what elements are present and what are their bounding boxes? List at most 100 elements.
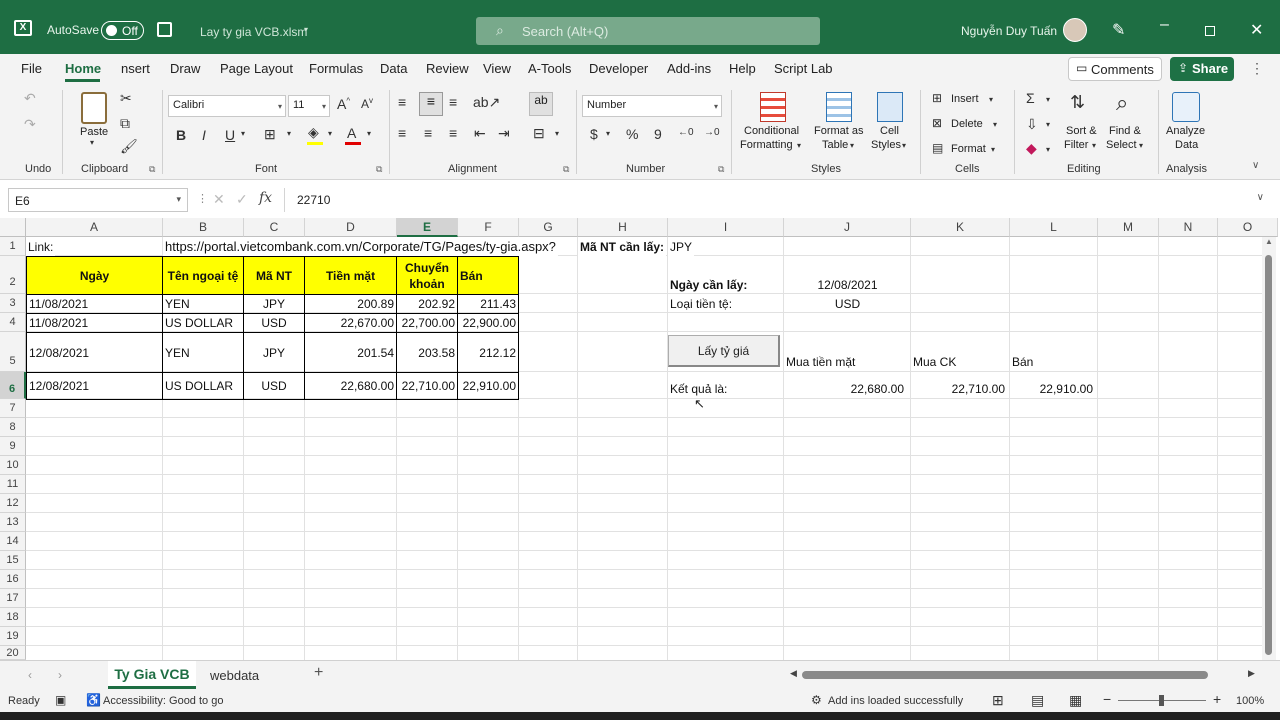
close-icon[interactable]: ✕ bbox=[1250, 20, 1263, 40]
row-header-10[interactable]: 10 bbox=[0, 456, 26, 475]
header-tien-mat[interactable]: Tiền mặt bbox=[304, 256, 397, 295]
font-color-icon[interactable]: A bbox=[347, 125, 356, 141]
analyze-data-icon[interactable] bbox=[1172, 92, 1200, 122]
tab-data[interactable]: Data bbox=[380, 61, 407, 76]
cell-b6[interactable]: US DOLLAR bbox=[162, 372, 244, 400]
save-icon[interactable] bbox=[157, 22, 172, 37]
sort-filter-label-1[interactable]: Sort & bbox=[1066, 125, 1097, 137]
align-top-icon[interactable]: ≡ bbox=[398, 94, 406, 110]
format-cells-icon[interactable]: ▤ bbox=[932, 141, 943, 155]
scroll-left-icon[interactable]: ‹ bbox=[28, 668, 32, 682]
insert-function-icon[interactable]: fx bbox=[259, 190, 272, 206]
cell-styles-label-1[interactable]: Cell bbox=[880, 125, 899, 137]
add-sheet-icon[interactable]: + bbox=[314, 664, 323, 682]
loai-tien-te-value[interactable]: USD bbox=[784, 294, 911, 313]
column-header-k[interactable]: K bbox=[911, 218, 1010, 237]
accessibility-status[interactable]: Accessibility: Good to go bbox=[103, 695, 223, 707]
ribbon-menu-icon[interactable]: ⋮ bbox=[1250, 60, 1264, 77]
chevron-down-icon[interactable]: ▾ bbox=[993, 120, 997, 129]
analyze-data-label-2[interactable]: Data bbox=[1175, 139, 1198, 151]
cell-d6[interactable]: 22,680.00 bbox=[304, 372, 397, 400]
column-header-i[interactable]: I bbox=[668, 218, 784, 237]
cell-f5[interactable]: 212.12 bbox=[457, 332, 519, 373]
cell-a6[interactable]: 12/08/2021 bbox=[26, 372, 163, 400]
chevron-down-icon[interactable]: ▾ bbox=[287, 129, 291, 138]
autosum-icon[interactable]: Σ bbox=[1026, 90, 1035, 106]
cell-f6[interactable]: 22,910.00 bbox=[457, 372, 519, 400]
row-header-5[interactable]: 5 bbox=[0, 332, 26, 372]
horizontal-scrollbar[interactable]: ◀ ▶ bbox=[790, 667, 1260, 683]
cell-d4[interactable]: 22,670.00 bbox=[304, 313, 397, 333]
cell-b5[interactable]: YEN bbox=[162, 332, 244, 373]
row-header-6[interactable]: 6 bbox=[0, 372, 26, 399]
cell-e5[interactable]: 203.58 bbox=[396, 332, 458, 373]
search-box[interactable]: ⌕ Search (Alt+Q) bbox=[476, 17, 820, 45]
increase-decimal-icon[interactable]: ←0 bbox=[678, 127, 694, 138]
cell-styles-label-2[interactable]: Styles bbox=[871, 139, 901, 151]
decrease-indent-icon[interactable]: ⇤ bbox=[474, 125, 486, 142]
dialog-launcher-icon[interactable]: ⧉ bbox=[563, 164, 569, 175]
tab-home[interactable]: Home bbox=[65, 61, 101, 76]
ngay-can-lay-value[interactable]: 12/08/2021 bbox=[784, 275, 911, 294]
column-header-n[interactable]: N bbox=[1159, 218, 1218, 237]
decrease-decimal-icon[interactable]: →0 bbox=[704, 127, 720, 138]
conditional-formatting-icon[interactable] bbox=[760, 92, 786, 122]
cell-b4[interactable]: US DOLLAR bbox=[162, 313, 244, 333]
sort-filter-icon[interactable]: ⇅ bbox=[1070, 92, 1085, 113]
cell-i1-ma-nt-value[interactable]: JPY bbox=[668, 237, 695, 256]
tab-add-ins[interactable]: Add-ins bbox=[667, 61, 711, 76]
column-header-g[interactable]: G bbox=[519, 218, 578, 237]
format-as-table-icon[interactable] bbox=[826, 92, 852, 122]
row-header-8[interactable]: 8 bbox=[0, 418, 26, 437]
column-header-l[interactable]: L bbox=[1010, 218, 1098, 237]
italic-icon[interactable]: I bbox=[202, 127, 206, 143]
row-header-15[interactable]: 15 bbox=[0, 551, 26, 570]
tab-view[interactable]: View bbox=[483, 61, 511, 76]
comments-button[interactable]: ▭ Comments bbox=[1068, 57, 1162, 81]
formula-input[interactable]: 22710 ∨ bbox=[284, 188, 1270, 212]
delete-cells-icon[interactable]: ⊠ bbox=[932, 116, 942, 130]
cell-e3[interactable]: 202.92 bbox=[396, 294, 458, 314]
maximize-icon[interactable] bbox=[1205, 26, 1215, 36]
row-header-7[interactable]: 7 bbox=[0, 399, 26, 418]
percent-icon[interactable]: % bbox=[626, 126, 638, 142]
cell-a5[interactable]: 12/08/2021 bbox=[26, 332, 163, 373]
header-ten-ngoai-te[interactable]: Tên ngoại tệ bbox=[162, 256, 244, 295]
collapse-ribbon-icon[interactable]: ∨ bbox=[1252, 160, 1259, 171]
enter-icon[interactable]: ✓ bbox=[236, 191, 248, 208]
find-select-label-2[interactable]: Select bbox=[1106, 139, 1137, 151]
chevron-down-icon[interactable]: ▾ bbox=[989, 95, 993, 104]
column-header-c[interactable]: C bbox=[244, 218, 305, 237]
autosave-toggle[interactable]: Off bbox=[101, 21, 144, 40]
accessibility-icon[interactable]: ♿ bbox=[86, 693, 101, 707]
row-header-19[interactable]: 19 bbox=[0, 627, 26, 646]
zoom-in-icon[interactable]: + bbox=[1213, 691, 1221, 707]
align-right-icon[interactable]: ≡ bbox=[449, 125, 457, 141]
paste-label[interactable]: Paste bbox=[80, 126, 108, 138]
cell-a3[interactable]: 11/08/2021 bbox=[26, 294, 163, 314]
align-left-icon[interactable]: ≡ bbox=[398, 125, 406, 141]
redo-icon[interactable]: ↷ bbox=[24, 116, 36, 133]
sort-filter-label-2[interactable]: Filter bbox=[1064, 139, 1088, 151]
share-button[interactable]: ⇪ Share bbox=[1170, 57, 1234, 81]
header-ban[interactable]: Bán bbox=[457, 256, 519, 295]
macro-record-icon[interactable]: ▣ bbox=[55, 693, 66, 707]
minimize-icon[interactable]: – bbox=[1160, 16, 1169, 34]
tab-file[interactable]: File bbox=[21, 61, 42, 76]
format-label[interactable]: Format bbox=[951, 143, 986, 155]
decrease-font-icon[interactable]: Av bbox=[361, 96, 373, 111]
chevron-down-icon[interactable]: ▾ bbox=[606, 129, 610, 138]
fill-icon[interactable]: ⇩ bbox=[1026, 116, 1038, 133]
underline-icon[interactable]: U bbox=[225, 127, 235, 143]
zoom-level[interactable]: 100% bbox=[1236, 695, 1264, 707]
avatar[interactable] bbox=[1063, 18, 1087, 42]
header-ma-nt[interactable]: Mã NT bbox=[243, 256, 305, 295]
zoom-out-icon[interactable]: − bbox=[1103, 691, 1111, 707]
chevron-down-icon[interactable]: ▾ bbox=[1046, 120, 1050, 129]
row-header-14[interactable]: 14 bbox=[0, 532, 26, 551]
worksheet-grid[interactable]: A B C D E F G H I J K L M N O 1 2 3 4 5 … bbox=[0, 218, 1280, 660]
tab-review[interactable]: Review bbox=[426, 61, 469, 76]
paste-icon[interactable] bbox=[81, 92, 107, 124]
column-header-m[interactable]: M bbox=[1098, 218, 1159, 237]
scroll-left-arrow-icon[interactable]: ◀ bbox=[790, 668, 797, 679]
